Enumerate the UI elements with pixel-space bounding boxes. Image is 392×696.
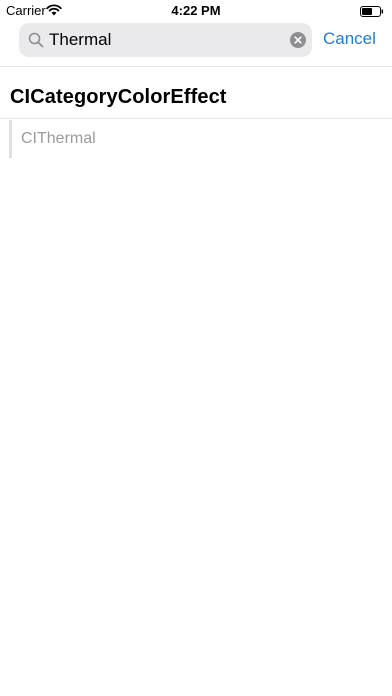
cancel-button[interactable]: Cancel <box>323 29 376 49</box>
status-bar: Carrier 4:22 PM <box>0 0 392 20</box>
result-label: CIThermal <box>21 130 96 147</box>
search-field[interactable] <box>19 23 312 57</box>
status-time: 4:22 PM <box>171 3 221 18</box>
search-bar: Cancel <box>0 20 392 67</box>
clear-icon[interactable] <box>290 32 306 48</box>
app-screen: Carrier 4:22 PM Thermal Cancel CICategor… <box>0 0 392 696</box>
search-input[interactable] <box>49 23 279 57</box>
search-icon <box>28 32 44 48</box>
result-indent-bar <box>9 120 12 158</box>
section-divider <box>0 118 392 119</box>
list-item[interactable]: CIThermal <box>9 120 392 158</box>
battery-icon <box>360 5 384 17</box>
section-header: CICategoryColorEffect <box>10 86 227 108</box>
